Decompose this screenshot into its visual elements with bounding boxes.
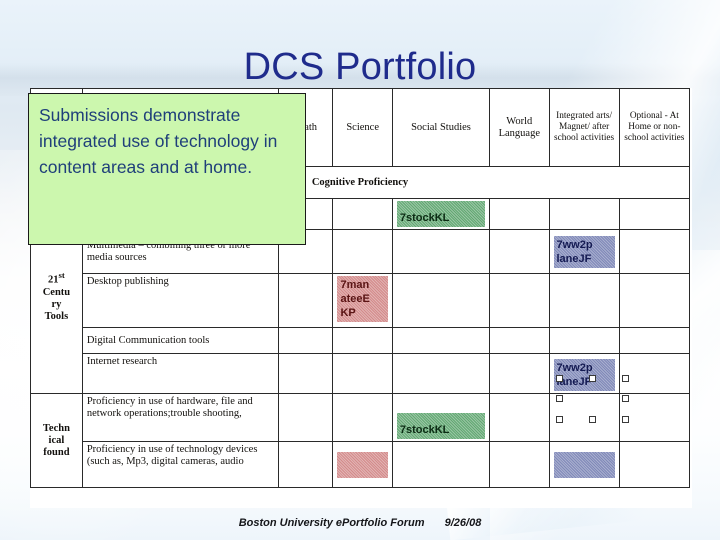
cell-math <box>278 327 334 354</box>
row-group-label-line1: 21 <box>48 274 59 286</box>
chip-red-1-line3: KP <box>340 307 356 319</box>
cell-social-studies <box>391 273 491 328</box>
row-group-label-line3: Centu <box>42 286 71 298</box>
cell-world-language <box>489 273 550 328</box>
chip-green-2[interactable]: 7stockKL <box>396 413 486 439</box>
cell-optional <box>618 393 691 442</box>
cell-social-studies[interactable]: 7stockKL <box>391 198 491 230</box>
table-row: Internet research 7ww2p laneJF <box>31 353 691 394</box>
row-group-label-line5: Tools <box>44 310 69 322</box>
cell-integrated-arts <box>548 393 620 442</box>
header-cell-integrated-arts: Integrated arts/ Magnet/ after school ac… <box>548 88 620 167</box>
cell-world-language <box>489 198 550 230</box>
table-row: Digital Communication tools <box>31 327 691 354</box>
cell-social-studies <box>391 327 491 354</box>
cell-math <box>278 273 334 328</box>
chip-blue-2-line1: 7ww2p <box>556 362 593 374</box>
header-cell-science: Science <box>332 88 393 167</box>
cell-optional <box>618 353 691 394</box>
cell-optional <box>618 327 691 354</box>
row-label-proficiency-devices: Proficiency in use of technology devices… <box>81 441 280 488</box>
footer-event-name: Boston University ePortfolio Forum <box>238 517 425 529</box>
cell-math <box>278 441 334 488</box>
cell-science[interactable]: 7man ateeE KP <box>332 273 393 328</box>
row-label-proficiency-hardware: Proficiency in use of hardware, file and… <box>81 393 280 442</box>
row-label-digital-communication: Digital Communication tools <box>81 327 280 354</box>
cell-social-studies <box>391 441 491 488</box>
cell-science[interactable] <box>332 441 393 488</box>
cell-world-language <box>489 229 550 274</box>
cell-optional <box>618 198 691 230</box>
cell-social-studies <box>391 353 491 394</box>
row-group2-label-line3: found <box>43 446 70 458</box>
row-group2-label-line1: Techn <box>42 422 70 434</box>
chip-red-2[interactable] <box>337 451 388 478</box>
chip-red-1-line1: 7man <box>340 279 370 291</box>
cell-science <box>332 353 393 394</box>
header-cell-social-studies: Social Studies <box>391 88 491 167</box>
cell-world-language <box>489 393 550 442</box>
cell-math <box>278 393 334 442</box>
row-group2-label-line2: ical <box>48 434 65 446</box>
cell-optional <box>618 273 691 328</box>
header-cell-world-language: World Language <box>489 88 550 167</box>
chip-red-1[interactable]: 7man ateeE KP <box>337 276 388 322</box>
chip-blue-1-line1: 7ww2p <box>556 238 593 251</box>
cell-world-language <box>489 327 550 354</box>
cell-integrated-arts[interactable]: 7ww2p laneJF <box>548 229 620 274</box>
table-row: Techn ical found Proficiency in use of h… <box>30 393 691 488</box>
cell-science <box>332 327 393 354</box>
slide-footer: Boston University ePortfolio Forum 9/26/… <box>0 516 720 530</box>
chip-blue-2-line2: laneJF <box>556 376 592 388</box>
cell-integrated-arts <box>548 327 620 354</box>
cell-math <box>278 353 334 394</box>
footer-date: 9/26/08 <box>444 517 482 529</box>
cell-social-studies[interactable]: 7stockKL <box>391 393 491 442</box>
slide-canvas: DCS Portfolio Math <box>0 0 720 540</box>
header-cell-optional-at-home: Optional - At Home or non-school activit… <box>618 88 691 167</box>
slide-title: DCS Portfolio <box>243 46 477 88</box>
callout-textbox[interactable]: Submissions demonstrate integrated use o… <box>28 93 306 245</box>
cell-integrated-arts <box>548 198 620 230</box>
cell-integrated-arts[interactable]: 7ww2p laneJF <box>548 353 620 394</box>
cell-science <box>332 393 393 442</box>
chip-blue-1[interactable]: 7ww2p laneJF <box>553 235 615 268</box>
row-group-technical-foundations: Techn ical found <box>30 393 83 488</box>
cell-optional <box>618 229 691 274</box>
chip-red-1-line2: ateeE <box>340 293 370 305</box>
row-label-internet-research: Internet research <box>81 353 280 394</box>
cell-optional <box>618 441 691 488</box>
cell-social-studies <box>391 229 491 274</box>
table-row: Desktop publishing 7man ateeE KP <box>31 273 691 328</box>
cell-integrated-arts[interactable] <box>548 441 620 488</box>
cell-world-language <box>489 441 550 488</box>
chip-blue-2[interactable]: 7ww2p laneJF <box>553 359 615 391</box>
chip-blue-1-line2: laneJF <box>556 252 592 265</box>
cell-science <box>332 229 393 274</box>
cell-science <box>332 198 393 230</box>
table-row: Proficiency in use of technology devices… <box>31 441 691 488</box>
row-label-desktop-publishing: Desktop publishing <box>81 273 280 328</box>
chip-blue-3[interactable] <box>553 451 615 478</box>
row-group-label-line4: ry <box>51 298 62 310</box>
chip-green-1[interactable]: 7stockKL <box>396 201 486 227</box>
cell-world-language <box>489 353 550 394</box>
row-group-label-sup: st <box>58 270 65 281</box>
cell-integrated-arts <box>548 273 620 328</box>
